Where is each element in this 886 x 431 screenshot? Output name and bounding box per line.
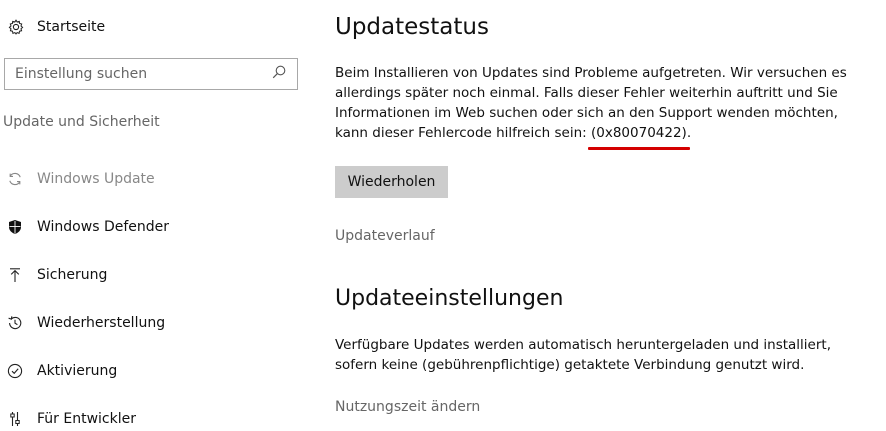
status-message-end: .	[686, 125, 692, 141]
sidebar-item-label: Startseite	[37, 19, 106, 35]
sidebar-item-recovery[interactable]: Wiederherstellung	[0, 299, 300, 347]
sidebar-item-label: Sicherung	[37, 267, 108, 283]
sidebar-item-label: Aktivierung	[37, 363, 118, 379]
red-underline-annotation	[588, 147, 690, 150]
update-status-title: Updatestatus	[335, 14, 489, 40]
sidebar-item-label: Windows Defender	[37, 219, 170, 235]
active-hours-link[interactable]: Nutzungszeit ändern	[335, 399, 480, 415]
sidebar-item-windows-defender[interactable]: Windows Defender	[0, 203, 300, 251]
check-circle-icon	[0, 356, 30, 386]
error-code: (0x80070422)	[588, 123, 690, 150]
error-code-text: (0x80070422)	[591, 125, 687, 141]
sidebar-item-activation[interactable]: Aktivierung	[0, 347, 300, 395]
sidebar-item-home[interactable]: Startseite	[0, 12, 300, 42]
sidebar-item-label: Wiederherstellung	[37, 315, 166, 331]
sidebar-item-developers[interactable]: Für Entwickler	[0, 395, 300, 431]
search-box[interactable]	[4, 58, 298, 90]
gear-icon	[0, 12, 32, 42]
sidebar-item-label: Windows Update	[37, 171, 155, 187]
update-settings-description: Verfügbare Updates werden automatisch he…	[335, 337, 831, 373]
developer-sliders-icon	[0, 404, 30, 431]
update-settings-title: Updateeinstellungen	[335, 286, 564, 311]
nav-list: Windows Update Windows Defender Sicherun…	[0, 155, 320, 431]
sidebar: Startseite Update und Sicherheit	[0, 0, 320, 431]
history-icon	[0, 308, 30, 338]
sidebar-item-backup[interactable]: Sicherung	[0, 251, 300, 299]
retry-button[interactable]: Wiederholen	[335, 166, 448, 198]
update-history-link[interactable]: Updateverlauf	[335, 228, 435, 244]
search-icon[interactable]	[271, 64, 287, 84]
settings-window: Startseite Update und Sicherheit	[0, 0, 886, 431]
refresh-icon	[0, 164, 30, 194]
section-title: Update und Sicherheit	[3, 114, 160, 130]
search-input[interactable]	[15, 66, 255, 82]
update-status-message: Beim Installieren von Updates sind Probl…	[335, 63, 870, 150]
main-content: Updatestatus Beim Installieren von Updat…	[335, 0, 875, 431]
sidebar-item-label: Für Entwickler	[37, 411, 136, 427]
sidebar-item-windows-update[interactable]: Windows Update	[0, 155, 300, 203]
shield-icon	[0, 212, 30, 242]
backup-arrow-icon	[0, 260, 30, 290]
